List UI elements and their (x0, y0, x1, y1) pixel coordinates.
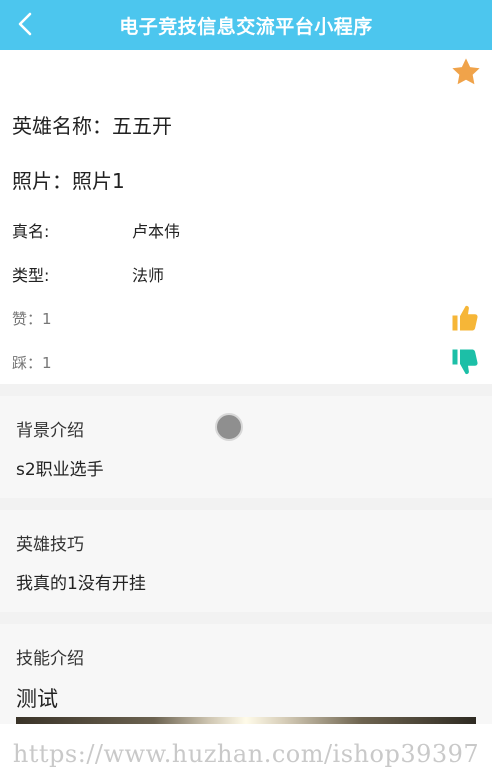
divider (0, 384, 492, 396)
hero-name-row: 英雄名称：五五开 (12, 110, 172, 139)
hero-photo-row: 照片：照片1 (12, 165, 125, 194)
hero-info-card: 英雄名称：五五开 照片：照片1 真名: 卢本伟 类型: 法师 赞：1 踩：1 (0, 50, 492, 384)
type-value: 法师 (132, 266, 165, 285)
dislike-count: 1 (42, 354, 52, 372)
like-count: 1 (42, 310, 52, 328)
watermark-text: https://www.huzhan.com/ishop39397 (0, 724, 492, 784)
dislike-row: 踩：1 (12, 352, 52, 373)
hero-name-label: 英雄名称： (12, 114, 112, 138)
skills-text: 测试 (16, 687, 58, 711)
real-name-row: 真名: 卢本伟 (12, 218, 180, 242)
back-button[interactable] (10, 8, 40, 40)
thumbs-down-icon[interactable] (450, 347, 480, 377)
page-title: 电子竞技信息交流平台小程序 (119, 15, 373, 38)
like-label: 赞： (12, 310, 43, 328)
hero-name-value: 五五开 (112, 114, 172, 138)
like-row: 赞：1 (12, 308, 52, 329)
dislike-label: 踩： (12, 354, 43, 372)
hero-photo-label: 照片： (12, 169, 72, 193)
app-header: 电子竞技信息交流平台小程序 (0, 0, 492, 50)
tips-section: 英雄技巧 我真的1没有开挂 (0, 510, 492, 612)
background-text: s2职业选手 (16, 460, 104, 480)
real-name-value: 卢本伟 (132, 222, 181, 241)
star-icon[interactable] (450, 56, 482, 88)
divider (0, 612, 492, 624)
real-name-label: 真名: (12, 222, 50, 241)
divider (0, 498, 492, 510)
background-title: 背景介绍 (16, 421, 84, 441)
skills-title: 技能介绍 (16, 649, 84, 669)
hero-photo-value: 照片1 (72, 169, 125, 193)
background-section: 背景介绍 s2职业选手 (0, 396, 492, 498)
chevron-left-icon (18, 12, 32, 36)
thumbs-up-icon[interactable] (450, 303, 480, 333)
tips-text: 我真的1没有开挂 (16, 574, 146, 594)
type-label: 类型: (12, 266, 50, 285)
type-row: 类型: 法师 (12, 262, 164, 286)
tips-title: 英雄技巧 (16, 535, 84, 555)
floating-button[interactable] (215, 413, 243, 441)
